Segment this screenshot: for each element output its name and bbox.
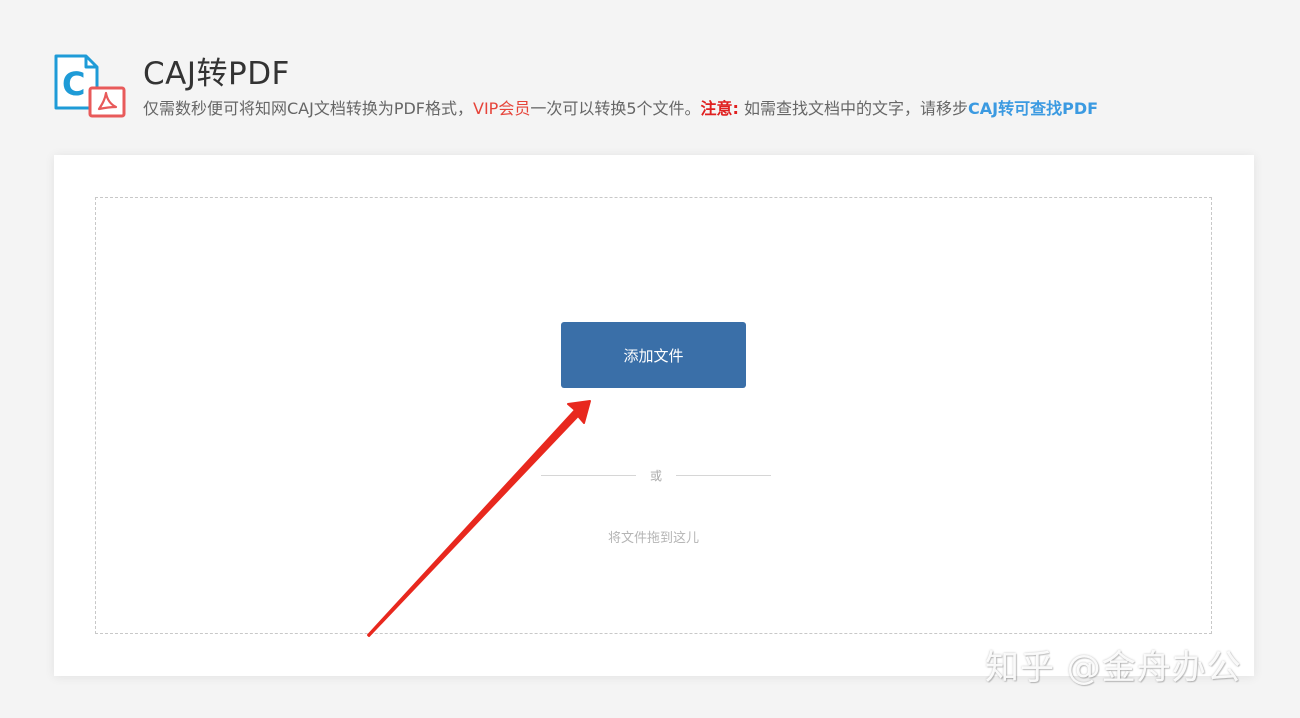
searchable-pdf-link[interactable]: CAJ转可查找PDF [968,99,1098,118]
notice-label: 注意: [700,99,739,118]
logo-letter: C [62,65,85,103]
upload-card: 添加文件 或 将文件拖到这儿 [54,155,1254,676]
vip-label: VIP会员 [473,99,531,118]
page-description: 仅需数秒便可将知网CAJ文档转换为PDF格式，VIP会员一次可以转换5个文件。注… [143,98,1098,120]
zhihu-watermark: 知乎 @金舟办公 [985,648,1242,688]
add-file-button[interactable]: 添加文件 [561,322,746,388]
description-text-3: 如需查找文档中的文字，请移步 [738,99,969,118]
file-drop-zone[interactable]: 添加文件 或 将文件拖到这儿 [95,197,1212,634]
drop-hint-text: 将文件拖到这儿 [607,531,699,546]
description-text-2: 一次可以转换5个文件。 [530,99,701,118]
or-divider: 或 [541,466,771,486]
page-title: CAJ转PDF [143,56,290,92]
page: C CAJ转PDF 仅需数秒便可将知网CAJ文档转换为PDF格式，VIP会员一次… [0,0,1300,718]
divider-line-right [676,475,771,476]
or-label: 或 [649,469,662,483]
caj-to-pdf-logo-icon: C [54,54,126,118]
description-text-1: 仅需数秒便可将知网CAJ文档转换为PDF格式， [143,99,474,118]
